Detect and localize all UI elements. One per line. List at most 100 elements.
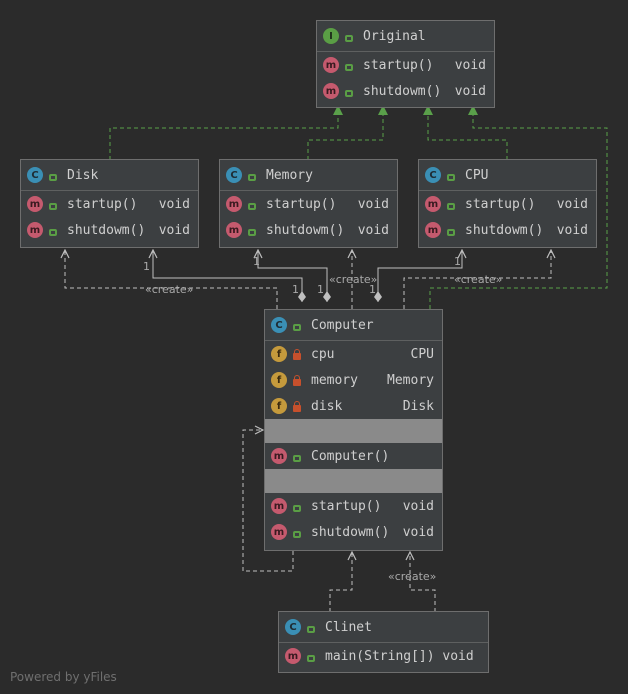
method-row[interactable]: m shutdowm() void xyxy=(21,217,198,243)
node-computer-header: C Computer xyxy=(265,310,442,341)
private-visibility-icon xyxy=(293,348,301,360)
public-visibility-icon xyxy=(49,202,57,210)
method-type: void xyxy=(556,222,588,238)
node-cpu-header: C CPU xyxy=(419,160,596,191)
method-row[interactable]: m startup() void xyxy=(317,52,494,78)
method-icon: m xyxy=(226,222,242,238)
public-visibility-icon xyxy=(345,34,353,42)
method-row[interactable]: m startup() void xyxy=(220,191,397,217)
node-computer[interactable]: C Computer f cpu CPU f memory Memory f disk Di… xyxy=(264,309,443,551)
method-name: shutdowm() xyxy=(266,222,345,238)
public-visibility-icon xyxy=(307,625,315,633)
watermark: Powered by yFiles xyxy=(10,670,117,684)
method-icon: m xyxy=(27,196,43,212)
method-name: shutdowm() xyxy=(363,83,442,99)
constructor-row[interactable]: m Computer() xyxy=(265,443,442,469)
edge-disk-original xyxy=(109,105,343,160)
public-visibility-icon xyxy=(293,530,301,538)
method-type: void xyxy=(158,196,190,212)
field-type: CPU xyxy=(410,346,434,362)
public-visibility-icon xyxy=(248,202,256,210)
static-method-icon: m xyxy=(285,648,301,664)
node-memory[interactable]: C Memory m startup() void m shutdowm() void xyxy=(219,159,398,248)
method-icon: m xyxy=(323,83,339,99)
method-signature: main(String[]) void xyxy=(325,648,474,664)
class-icon: C xyxy=(425,167,441,183)
node-disk[interactable]: C Disk m startup() void m shutdowm() void xyxy=(20,159,199,248)
method-icon: m xyxy=(323,57,339,73)
multiplicity-disk-owner: 1 xyxy=(292,283,299,296)
field-type: Disk xyxy=(402,398,434,414)
create-label-disk: «create» xyxy=(145,283,194,296)
field-row[interactable]: f cpu CPU xyxy=(265,341,442,367)
method-type: void xyxy=(454,83,486,99)
method-icon: m xyxy=(27,222,43,238)
method-row[interactable]: m shutdowm() void xyxy=(317,78,494,104)
method-icon: m xyxy=(271,448,287,464)
node-title: Memory xyxy=(266,167,313,183)
public-visibility-icon xyxy=(293,504,301,512)
method-type: void xyxy=(158,222,190,238)
method-row[interactable]: m shutdowm() void xyxy=(265,519,442,545)
public-visibility-icon xyxy=(447,228,455,236)
public-visibility-icon xyxy=(49,228,57,236)
method-name: shutdowm() xyxy=(465,222,544,238)
empty-section-separator xyxy=(265,419,442,443)
method-icon: m xyxy=(425,196,441,212)
node-title: Clinet xyxy=(325,619,372,635)
public-visibility-icon xyxy=(345,63,353,71)
field-row[interactable]: f disk Disk xyxy=(265,393,442,419)
method-row[interactable]: m startup() void xyxy=(21,191,198,217)
method-row[interactable]: m main(String[]) void xyxy=(279,643,488,669)
edge-clinet-computer-1 xyxy=(329,552,352,612)
method-type: void xyxy=(454,57,486,73)
multiplicity-memory: 1 xyxy=(253,255,260,268)
public-visibility-icon xyxy=(447,173,455,181)
method-type: void xyxy=(402,498,434,514)
method-type: void xyxy=(357,196,389,212)
method-icon: m xyxy=(425,222,441,238)
field-name: disk xyxy=(311,398,343,414)
create-label-cpu: «create» xyxy=(454,273,503,286)
node-clinet-header: C Clinet xyxy=(279,612,488,643)
field-icon: f xyxy=(271,346,287,362)
method-row[interactable]: m startup() void xyxy=(419,191,596,217)
node-title: Original xyxy=(363,28,426,44)
node-title: Disk xyxy=(67,167,99,183)
field-icon: f xyxy=(271,398,287,414)
method-row[interactable]: m shutdowm() void xyxy=(220,217,397,243)
public-visibility-icon xyxy=(49,173,57,181)
interface-icon: I xyxy=(323,28,339,44)
method-name: startup() xyxy=(465,196,536,212)
field-name: cpu xyxy=(311,346,335,362)
node-cpu[interactable]: C CPU m startup() void m shutdowm() void xyxy=(418,159,597,248)
method-type: void xyxy=(556,196,588,212)
private-visibility-icon xyxy=(293,400,301,412)
method-type: void xyxy=(402,524,434,540)
node-original[interactable]: I Original m startup() void m shutdowm() voi… xyxy=(316,20,495,108)
node-title: Computer xyxy=(311,317,374,333)
edge-create-disk xyxy=(65,250,278,309)
field-row[interactable]: f memory Memory xyxy=(265,367,442,393)
method-icon: m xyxy=(226,196,242,212)
class-icon: C xyxy=(27,167,43,183)
constructor-name: Computer() xyxy=(311,448,390,464)
method-name: startup() xyxy=(266,196,337,212)
method-name: shutdowm() xyxy=(67,222,146,238)
edge-computer-cpu xyxy=(378,250,462,302)
empty-section-separator xyxy=(265,469,442,493)
node-clinet[interactable]: C Clinet m main(String[]) void xyxy=(278,611,489,673)
runnable-class-icon: C xyxy=(285,619,301,635)
method-icon: m xyxy=(271,498,287,514)
multiplicity-memory-owner: 1 xyxy=(317,283,324,296)
method-icon: m xyxy=(271,524,287,540)
public-visibility-icon xyxy=(248,173,256,181)
method-name: startup() xyxy=(67,196,138,212)
composition-edges xyxy=(153,250,462,302)
node-disk-header: C Disk xyxy=(21,160,198,191)
method-row[interactable]: m shutdowm() void xyxy=(419,217,596,243)
method-row[interactable]: m startup() void xyxy=(265,493,442,519)
multiplicity-cpu: 1 xyxy=(454,255,461,268)
method-name: shutdowm() xyxy=(311,524,390,540)
class-icon: C xyxy=(226,167,242,183)
